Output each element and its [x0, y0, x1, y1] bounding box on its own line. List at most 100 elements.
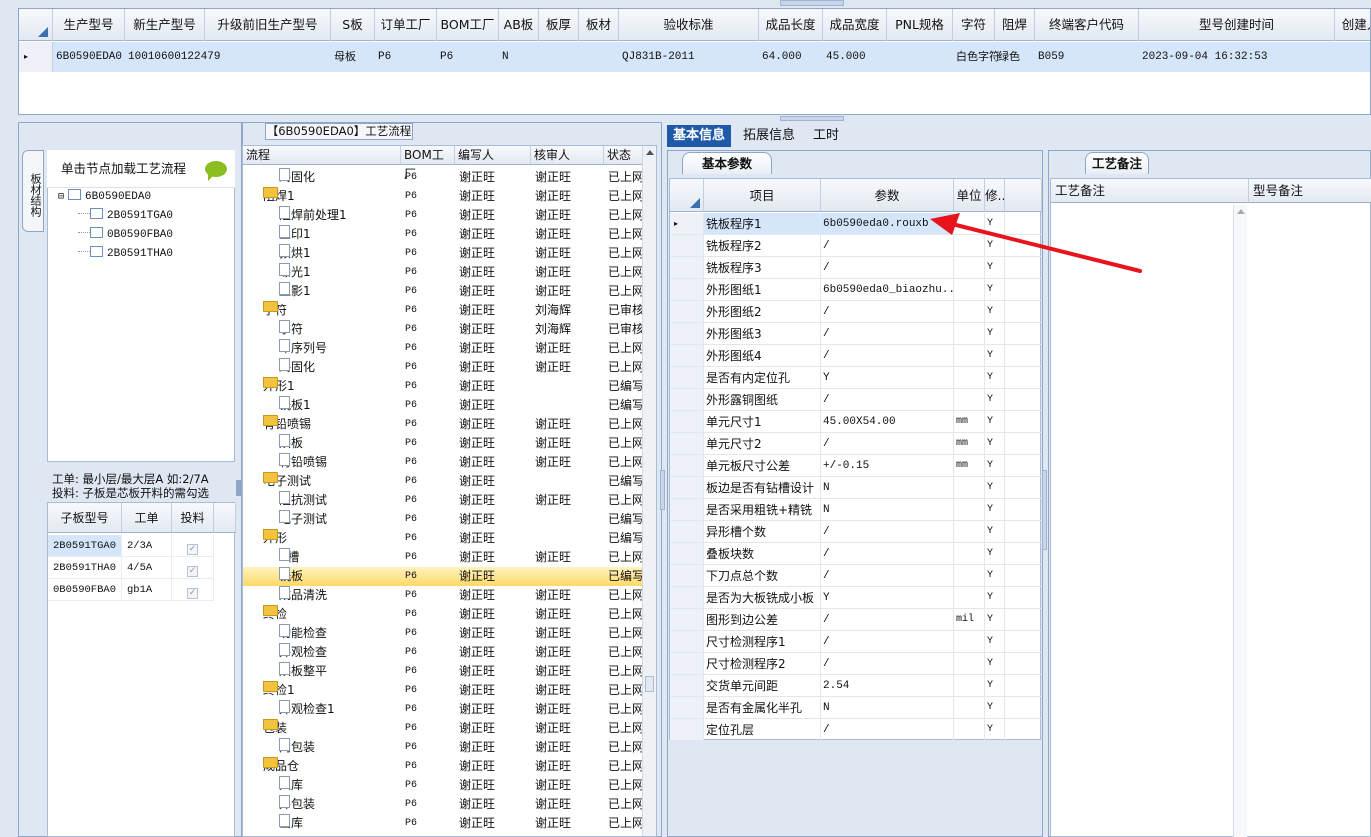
process-row[interactable]: −外形 P6 谢正旺 已编写 — [243, 529, 644, 548]
process-row[interactable]: 印序列号 P6 谢正旺 谢正旺 已上网 — [243, 339, 644, 358]
process-row[interactable]: 功能检查 P6 谢正旺 谢正旺 已上网 — [243, 624, 644, 643]
col-header[interactable]: 验收标准 — [619, 9, 759, 41]
params-value-cell[interactable]: / — [821, 301, 954, 323]
subgrid-order-cell[interactable]: 2/3A — [122, 535, 172, 557]
col-header[interactable]: 型号创建时间 — [1139, 9, 1335, 41]
process-row[interactable]: −电子测试 P6 谢正旺 已编写 — [243, 472, 644, 491]
process-col-header[interactable]: BOM工厂 — [401, 146, 455, 181]
process-row[interactable]: 终固化 P6 谢正旺 谢正旺 已上网 — [243, 358, 644, 377]
params-row[interactable]: 是否有内定位孔 Y Y — [670, 367, 1042, 389]
process-row[interactable]: 有铅喷锡 P6 谢正旺 谢正旺 已上网 — [243, 453, 644, 472]
subgrid-model-cell[interactable]: 0B0590FBA0 — [48, 579, 122, 601]
subgrid-col-header[interactable]: 子板型号 — [48, 503, 122, 533]
feed-checkbox[interactable]: ✓ — [187, 544, 198, 555]
process-row[interactable]: 阻焊前处理1 P6 谢正旺 谢正旺 已上网 — [243, 206, 644, 225]
params-value-cell[interactable]: 2.54 — [821, 675, 954, 697]
col-header[interactable]: AB板 — [499, 9, 539, 41]
process-row[interactable]: 字符 P6 谢正旺 刘海辉 已审核 — [243, 320, 644, 339]
process-row[interactable]: −成品仓 P6 谢正旺 谢正旺 已上网 — [243, 757, 644, 776]
params-row[interactable]: 单元尺寸2/mm Y — [670, 433, 1042, 455]
process-col-header[interactable]: 流程 — [243, 146, 401, 165]
params-value-cell[interactable]: / — [821, 719, 954, 741]
cell[interactable]: 白色字符 — [953, 42, 1000, 72]
process-row[interactable]: 入库 P6 谢正旺 谢正旺 已上网 — [243, 776, 644, 795]
cell[interactable] — [539, 42, 579, 72]
process-row[interactable]: −包装 P6 谢正旺 谢正旺 已上网 — [243, 719, 644, 738]
model-grid[interactable]: 生产型号 新生产型号 升级前旧生产型号 S板 订单工厂 BOM工厂 AB板 板厚 板材 验收标准成… — [18, 8, 1371, 115]
process-row[interactable]: 终固化 P6 谢正旺 谢正旺 已上网 — [243, 168, 644, 187]
col-header[interactable]: 成品宽度 — [823, 9, 887, 41]
process-col-header[interactable]: 核审人 — [531, 146, 604, 165]
tab-process-notes[interactable]: 工艺备注 — [1085, 152, 1149, 174]
feed-checkbox[interactable]: ✓ — [187, 588, 198, 599]
process-row[interactable]: 外观检查1 P6 谢正旺 谢正旺 已上网 — [243, 700, 644, 719]
process-row[interactable]: 丝印1 P6 谢正旺 谢正旺 已上网 — [243, 225, 644, 244]
params-value-cell[interactable]: / — [821, 389, 954, 411]
feed-checkbox[interactable]: ✓ — [187, 566, 198, 577]
process-row[interactable]: 铣板1 P6 谢正旺 已编写 — [243, 396, 644, 415]
params-row[interactable]: 图形到边公差 / mil Y — [670, 609, 1042, 631]
process-row[interactable]: 烘板整平 P6 谢正旺 谢正旺 已上网 — [243, 662, 644, 681]
params-row[interactable]: 尺寸检测程序2/ Y — [670, 653, 1042, 675]
top-splitter-handle[interactable] — [780, 0, 844, 6]
cell[interactable]: 母板 — [331, 42, 375, 72]
params-row[interactable]: 外形图纸3/ Y — [670, 323, 1042, 345]
process-row[interactable]: −字符 P6 谢正旺 刘海辉 已审核 — [243, 301, 644, 320]
tree-node[interactable]: 2B0591TGA0 — [78, 207, 173, 225]
process-row[interactable]: 内包装 P6 谢正旺 谢正旺 已上网 — [243, 738, 644, 757]
cell[interactable]: 45.000 — [823, 42, 887, 72]
collapse-icon[interactable]: ⊟ — [58, 192, 64, 203]
model-grid-row[interactable]: ▸ 6B0590EDA0 10010600122479 母板 P6 P6 N QJ831B-… — [19, 42, 1370, 72]
process-row[interactable]: 显影1 P6 谢正旺 谢正旺 已上网 — [243, 282, 644, 301]
tree-node[interactable]: 2B0591THA0 — [78, 245, 173, 263]
params-row[interactable]: 定位孔层 / Y — [670, 719, 1042, 741]
process-row[interactable]: 电子测试 P6 谢正旺 已编写 — [243, 510, 644, 529]
params-row[interactable]: 是否采用粗铣+精铣 N Y — [670, 499, 1042, 521]
params-value-cell[interactable]: / — [821, 653, 954, 675]
side-tab-board-structure[interactable]: 板材结构 — [22, 150, 44, 232]
params-value-cell[interactable]: / — [821, 609, 954, 631]
process-row[interactable]: −外形1 P6 谢正旺 已编写 — [243, 377, 644, 396]
process-row[interactable]: 外包装 P6 谢正旺 谢正旺 已上网 — [243, 795, 644, 814]
params-corner-icon[interactable] — [670, 179, 704, 212]
process-row[interactable]: 烘板 P6 谢正旺 谢正旺 已上网 — [243, 434, 644, 453]
params-value-cell[interactable]: Y — [821, 367, 954, 389]
col-header[interactable]: 字符 — [953, 9, 995, 41]
cell[interactable]: 6B0590EDA0 — [53, 42, 125, 72]
subgrid-order-cell[interactable]: gb1A — [122, 579, 172, 601]
process-col-header[interactable]: 编写人 — [455, 146, 531, 165]
params-row[interactable]: 单元尺寸1 45.00X54.00 mm Y — [670, 411, 1042, 433]
col-header[interactable]: 升级前旧生产型号 — [205, 9, 331, 41]
process-row[interactable]: 曝光1 P6 谢正旺 谢正旺 已上网 — [243, 263, 644, 282]
params-row[interactable]: 单元板尺寸公差 +/-0.15 mm Y — [670, 455, 1042, 477]
cell[interactable]: N — [499, 42, 539, 72]
tab-basic-params[interactable]: 基本参数 — [682, 152, 772, 174]
cell[interactable]: 2023-09-04 16:32:53 — [1139, 42, 1335, 72]
params-row[interactable]: 板边是否有钻槽设计 N Y — [670, 477, 1042, 499]
params-value-cell[interactable]: / — [821, 565, 954, 587]
params-row[interactable]: 异形槽个数 / Y — [670, 521, 1042, 543]
params-value-cell[interactable]: +/-0.15 — [821, 455, 954, 477]
right-splitter-handle[interactable] — [1042, 470, 1047, 550]
params-row[interactable]: 是否有金属化半孔 N Y — [670, 697, 1042, 719]
col-header[interactable]: 阻焊 — [995, 9, 1035, 41]
middle-splitter-handle[interactable] — [780, 116, 844, 121]
cell[interactable]: 10010600122479 — [125, 42, 220, 72]
cell[interactable] — [887, 42, 953, 72]
process-row[interactable]: 外观检查 P6 谢正旺 谢正旺 已上网 — [243, 643, 644, 662]
subgrid-order-cell[interactable]: 4/5A — [122, 557, 172, 579]
process-col-header[interactable]: 状态 — [604, 146, 644, 165]
sub-board-grid[interactable]: 子板型号 工单 投料 2B0591TGA0 2/3A ✓ 2B0591THA0 4/5A ✓ 0B… — [47, 502, 236, 837]
params-value-cell[interactable]: N — [821, 499, 954, 521]
cell[interactable]: 绿色 — [995, 42, 1035, 72]
params-value-cell[interactable]: / — [821, 323, 954, 345]
tree-node[interactable]: ⊟ 6B0590EDA0 — [58, 188, 151, 207]
col-header[interactable]: 生产型号 — [53, 9, 125, 41]
params-row[interactable]: 是否为大板铣成小板 Y Y — [670, 587, 1042, 609]
process-tree-grid[interactable]: 流程BOM工厂编写人核审人状态终固化P6谢正旺谢正旺已上网−阻焊1P6谢正旺谢正… — [242, 145, 657, 837]
params-value-cell[interactable]: Y — [821, 587, 954, 609]
process-row[interactable]: V槽 P6 谢正旺 谢正旺 已上网 — [243, 548, 644, 567]
col-header[interactable]: 订单工厂 — [375, 9, 437, 41]
cell[interactable]: P6 — [437, 42, 499, 72]
scroll-up-icon[interactable] — [646, 150, 654, 155]
